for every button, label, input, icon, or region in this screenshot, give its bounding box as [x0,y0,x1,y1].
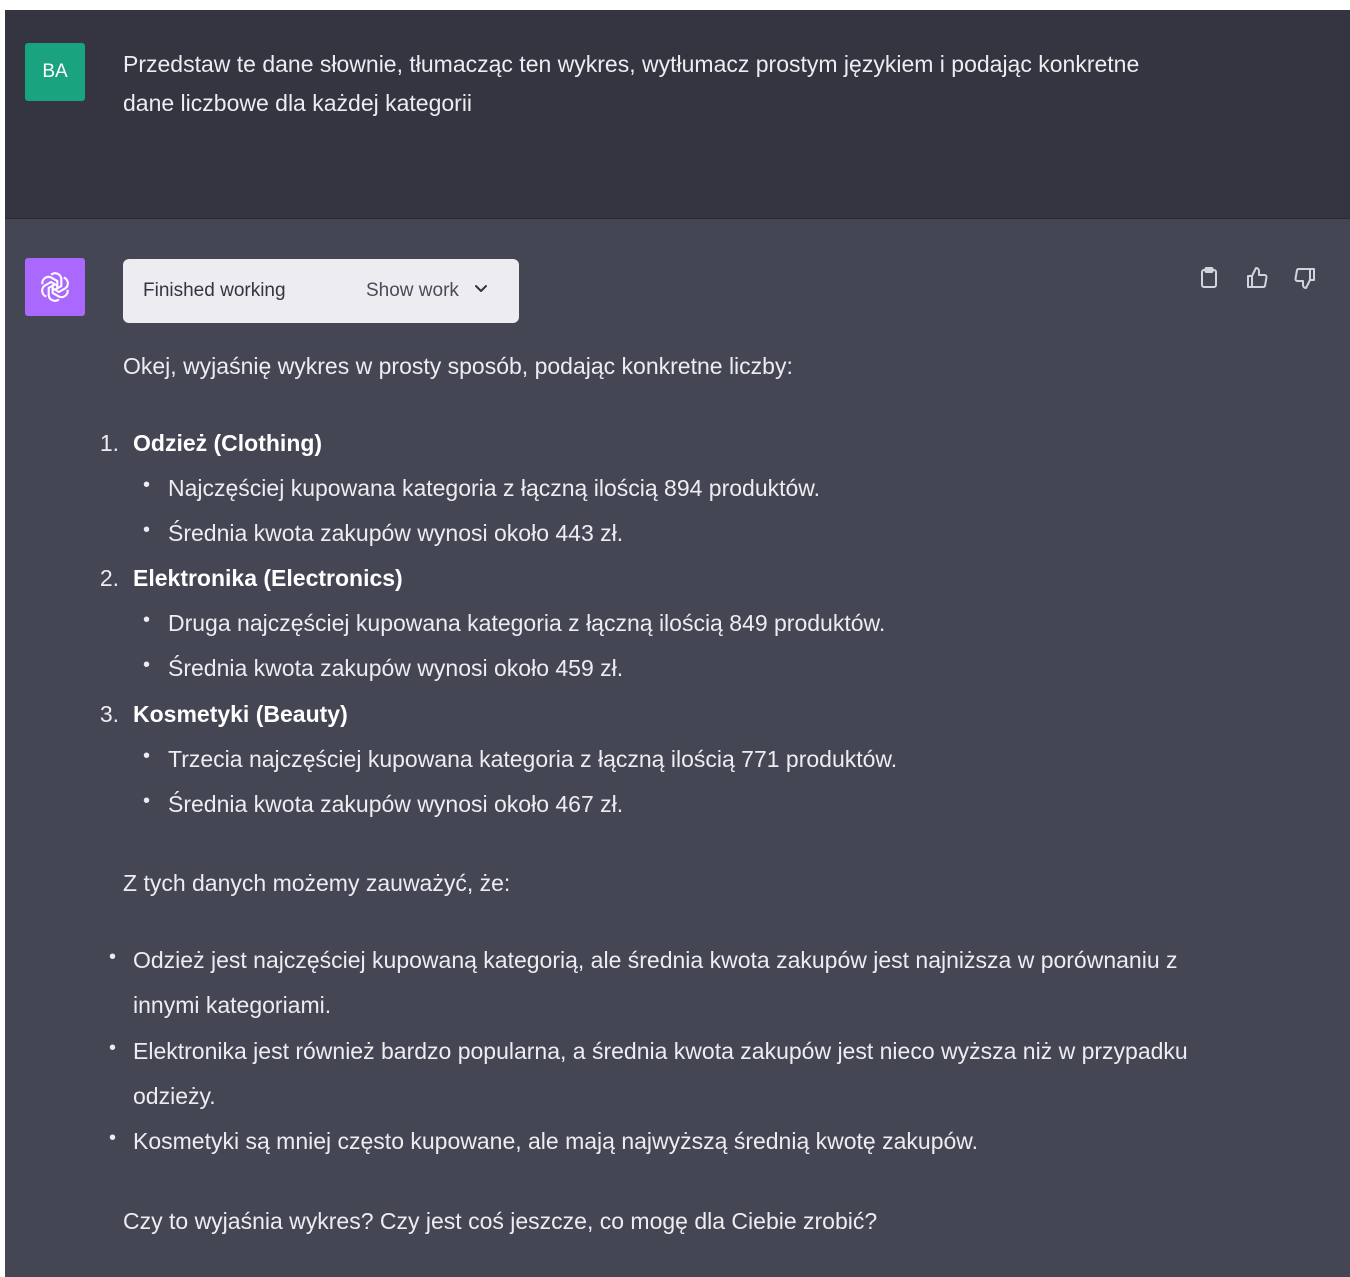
user-message-block: BA Przedstaw te dane słownie, tłumacząc … [5,10,1350,219]
list-item: Najczęściej kupowana kategoria z łączną … [143,468,821,505]
observation-item: • Elektronika jest również bardzo popular… [109,1029,1189,1119]
thumbs-down-icon[interactable] [1293,266,1319,292]
show-work-button[interactable]: Show work [366,280,489,302]
message-actions [1197,266,1319,292]
reply-closing: Czy to wyjaśnia wykres? Czy jest coś jes… [123,1208,878,1234]
observations-intro: Z tych danych możemy zauważyć, że: [123,870,511,896]
list-item: Średnia kwota zakupów wynosi około 467 z… [143,784,624,821]
openai-logo-icon [25,258,85,316]
reply-intro: Okej, wyjaśnię wykres w prosty sposób, p… [123,353,793,379]
list-number: 3. [99,701,119,727]
user-avatar: BA [25,43,85,101]
list-number: 2. [99,565,119,591]
list-item-text: Najczęściej kupowana kategoria z łączną … [168,475,821,501]
list-item-text: Średnia kwota zakupów wynosi około 459 z… [168,655,624,681]
list-item-text: Trzecia najczęściej kupowana kategoria z… [168,746,898,772]
list-item: Średnia kwota zakupów wynosi około 443 z… [143,513,624,550]
chat-thread: BA Przedstaw te dane słownie, tłumacząc … [5,10,1350,1277]
category-title: Elektronika (Electronics) [133,565,403,591]
category-title: Kosmetyki (Beauty) [133,701,348,727]
list-item-text: Średnia kwota zakupów wynosi około 467 z… [168,791,624,817]
category-title: Odzież (Clothing) [133,430,323,456]
observation-item: • Odzież jest najczęściej kupowaną katego… [109,938,1189,1028]
thumbs-up-icon[interactable] [1245,266,1271,292]
list-number: 1. [99,430,119,456]
list-item-text: Średnia kwota zakupów wynosi około 443 z… [168,520,624,546]
user-message-text: Przedstaw te dane słownie, tłumacząc ten… [123,51,1140,116]
show-work-label: Show work [366,280,459,301]
observation-text: Odzież jest najczęściej kupowaną kategor… [133,947,1178,1018]
work-status-box: Finished working Show work [123,259,519,323]
list-item: Druga najczęściej kupowana kategoria z ł… [143,603,886,640]
list-item-text: Druga najczęściej kupowana kategoria z ł… [168,610,886,636]
list-item: Trzecia najczęściej kupowana kategoria z… [143,739,898,776]
observation-text: Kosmetyki są mniej często kupowane, ale … [133,1128,979,1154]
list-item: Średnia kwota zakupów wynosi około 459 z… [143,648,624,685]
work-status-label: Finished working [143,280,286,301]
chevron-down-icon [473,280,489,302]
observation-item: • Kosmetyki są mniej często kupowane, ale… [109,1119,1189,1164]
clipboard-icon[interactable] [1197,266,1223,292]
observation-text: Elektronika jest również bardzo popularn… [133,1038,1188,1109]
